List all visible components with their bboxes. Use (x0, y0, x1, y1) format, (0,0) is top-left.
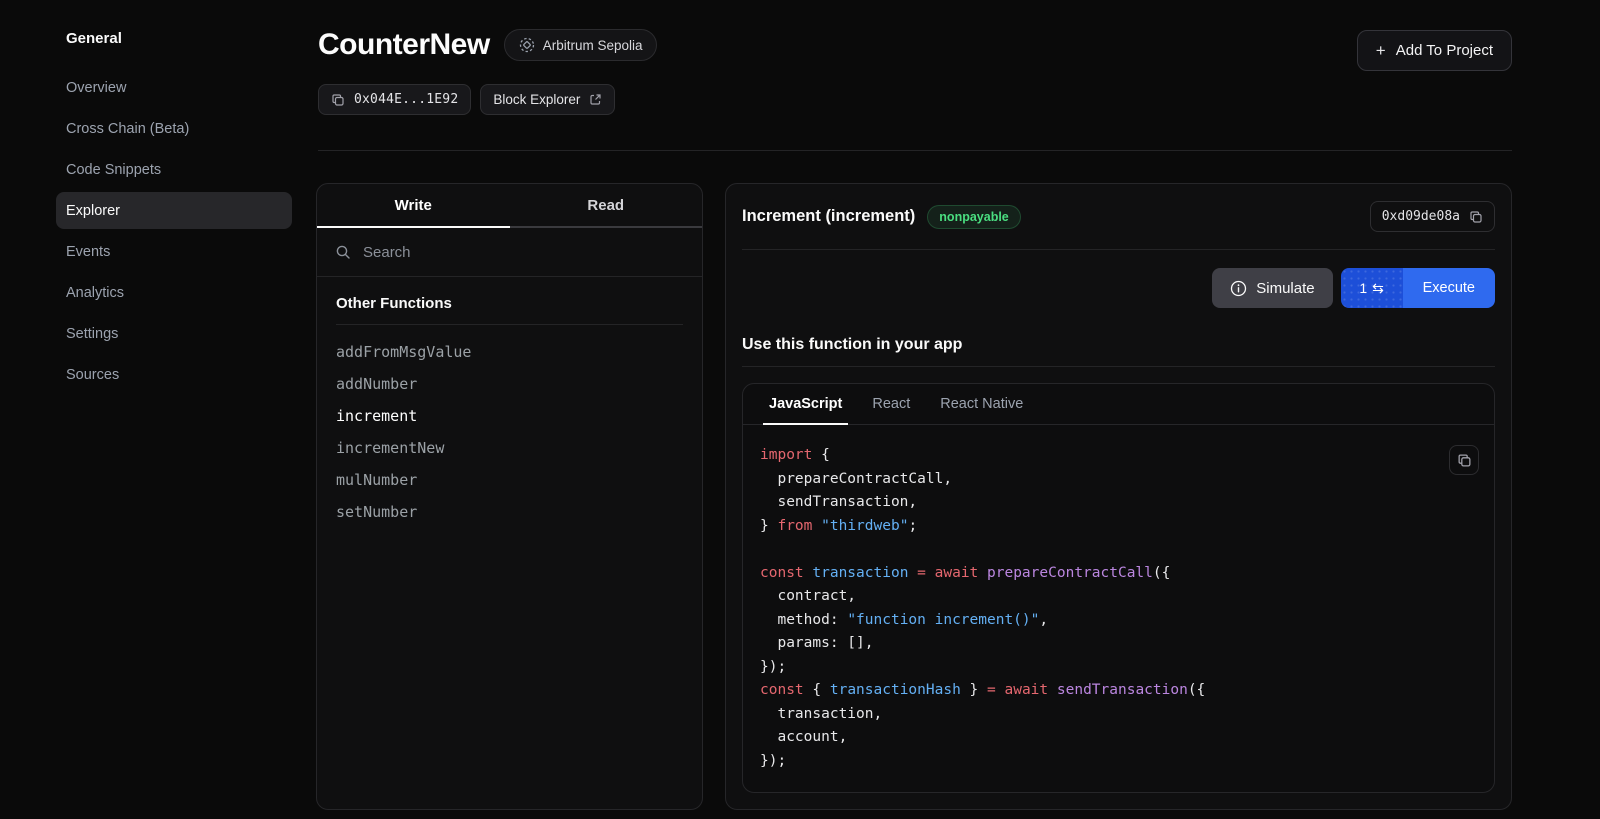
sidebar-item-analytics[interactable]: Analytics (56, 274, 292, 311)
plus-icon: + (1376, 42, 1386, 59)
sidebar-heading: General (56, 30, 292, 47)
other-functions-heading: Other Functions (336, 295, 683, 325)
sidebar-item-code-snippets[interactable]: Code Snippets (56, 151, 292, 188)
tab-react[interactable]: React (872, 384, 910, 424)
usage-heading: Use this function in your app (742, 336, 1495, 354)
code-line: method: "function increment()", (760, 609, 1477, 633)
function-item-addNumber[interactable]: addNumber (317, 368, 702, 400)
sidebar-item-cross-chain[interactable]: Cross Chain (Beta) (56, 110, 292, 147)
sidebar-item-sources[interactable]: Sources (56, 356, 292, 393)
usage-divider (742, 366, 1495, 367)
search-input[interactable] (363, 244, 684, 261)
function-detail-header: Increment (increment) nonpayable 0xd09de… (726, 184, 1511, 249)
function-selector-hash: 0xd09de08a (1382, 209, 1460, 224)
function-item-mulNumber[interactable]: mulNumber (317, 464, 702, 496)
function-list-panel: Write Read Other Functions addFromMsgVal… (316, 183, 703, 810)
simulate-button[interactable]: Simulate (1212, 268, 1332, 308)
code-line: }); (760, 656, 1477, 680)
external-link-icon (589, 93, 602, 106)
sidebar-item-explorer[interactable]: Explorer (56, 192, 292, 229)
explorer-content: Write Read Other Functions addFromMsgVal… (316, 183, 1512, 810)
function-list: addFromMsgValue addNumber increment incr… (317, 325, 702, 539)
mutability-badge: nonpayable (927, 205, 1020, 229)
function-item-increment[interactable]: increment (317, 400, 702, 432)
page-header: CounterNew Arbitrum Sepolia (318, 28, 657, 62)
code-line: }); (760, 750, 1477, 774)
page-title: CounterNew (318, 28, 490, 62)
function-item-addFromMsgValue[interactable]: addFromMsgValue (317, 336, 702, 368)
function-item-incrementNew[interactable]: incrementNew (317, 432, 702, 464)
code-line (760, 538, 1477, 562)
code-line: const { transactionHash } = await sendTr… (760, 679, 1477, 703)
info-icon (1230, 280, 1247, 297)
execute-split-button: 1 ⇆ Execute (1341, 268, 1495, 308)
tab-write[interactable]: Write (317, 184, 510, 226)
function-detail-panel: Increment (increment) nonpayable 0xd09de… (725, 183, 1512, 810)
code-line: account, (760, 726, 1477, 750)
copy-icon (1469, 210, 1483, 224)
sidebar-item-settings[interactable]: Settings (56, 315, 292, 352)
network-chain-icon (519, 37, 535, 53)
function-item-setNumber[interactable]: setNumber (317, 496, 702, 528)
action-row: Simulate 1 ⇆ Execute (726, 250, 1511, 308)
add-to-project-label: Add To Project (1396, 42, 1493, 59)
tab-read[interactable]: Read (510, 184, 703, 226)
code-line: const transaction = await prepareContrac… (760, 562, 1477, 586)
code-line: contract, (760, 585, 1477, 609)
transaction-queue-button[interactable]: 1 ⇆ (1341, 268, 1403, 308)
block-explorer-label: Block Explorer (493, 92, 580, 107)
simulate-label: Simulate (1256, 280, 1314, 297)
code-language-tabs: JavaScript React React Native (743, 384, 1494, 425)
tab-react-native[interactable]: React Native (940, 384, 1023, 424)
add-to-project-button[interactable]: + Add To Project (1357, 30, 1512, 71)
block-explorer-button[interactable]: Block Explorer (480, 84, 615, 115)
code-line: import { (760, 444, 1477, 468)
swap-arrows-icon: ⇆ (1372, 280, 1384, 297)
contract-address: 0x044E...1E92 (354, 92, 458, 107)
code-line: prepareContractCall, (760, 468, 1477, 492)
contract-meta-row: 0x044E...1E92 Block Explorer (318, 84, 615, 115)
sidebar-item-events[interactable]: Events (56, 233, 292, 270)
tab-javascript[interactable]: JavaScript (769, 384, 842, 424)
search-icon (335, 244, 351, 260)
function-search-row (317, 228, 702, 277)
code-line: } from "thirdweb"; (760, 515, 1477, 539)
execute-button[interactable]: Execute (1403, 268, 1495, 308)
write-read-tabs: Write Read (317, 184, 702, 228)
network-badge[interactable]: Arbitrum Sepolia (504, 29, 658, 61)
copy-icon (1457, 453, 1472, 468)
header-divider (318, 150, 1512, 151)
copy-code-button[interactable] (1449, 445, 1479, 475)
function-title: Increment (increment) (742, 207, 915, 226)
sidebar: General Overview Cross Chain (Beta) Code… (56, 30, 292, 397)
contract-address-button[interactable]: 0x044E...1E92 (318, 84, 471, 115)
sidebar-nav: Overview Cross Chain (Beta) Code Snippet… (56, 69, 292, 393)
execute-label: Execute (1423, 280, 1475, 296)
function-selector-button[interactable]: 0xd09de08a (1370, 201, 1495, 232)
network-badge-label: Arbitrum Sepolia (543, 38, 643, 53)
sidebar-item-overview[interactable]: Overview (56, 69, 292, 106)
code-block[interactable]: import { prepareContractCall, sendTransa… (743, 425, 1494, 792)
code-line: params: [], (760, 632, 1477, 656)
code-line: transaction, (760, 703, 1477, 727)
code-line: sendTransaction, (760, 491, 1477, 515)
queue-count: 1 (1359, 280, 1367, 296)
copy-icon (331, 93, 345, 107)
code-card: JavaScript React React Native import { p… (742, 383, 1495, 793)
